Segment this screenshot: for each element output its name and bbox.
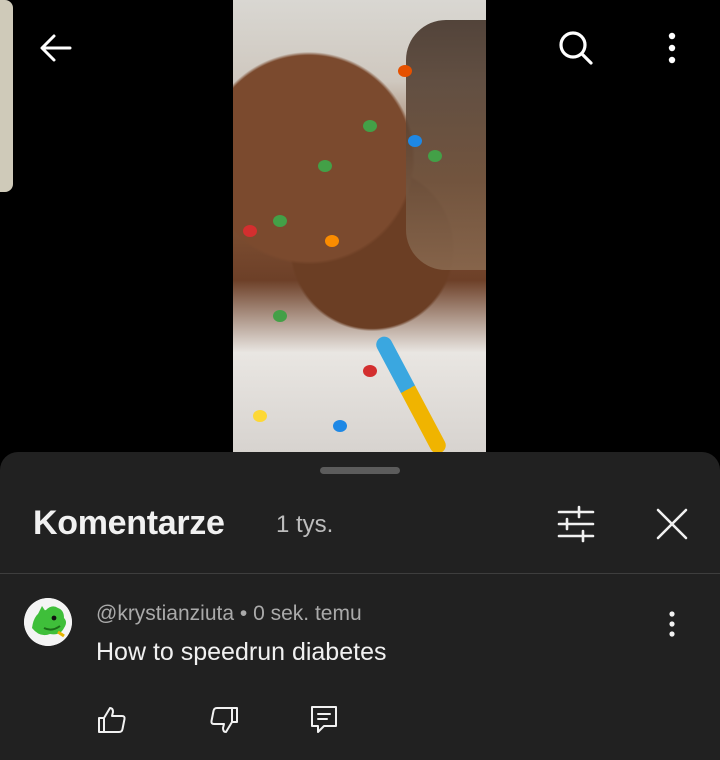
drag-handle[interactable] [320, 467, 400, 474]
video-candy [363, 120, 377, 132]
close-comments-button[interactable] [648, 500, 696, 548]
video-candy [363, 365, 377, 377]
comments-sheet: Komentarze 1 tys. @krystianziuta • 0 sek… [0, 452, 720, 760]
video-candy [325, 235, 339, 247]
sort-filter-button[interactable] [552, 500, 600, 548]
dislike-button[interactable] [202, 698, 246, 742]
like-button[interactable] [90, 698, 134, 742]
video-candy [243, 225, 257, 237]
sliders-icon [557, 505, 595, 543]
meta-separator: • [239, 602, 248, 625]
video-candy [408, 135, 422, 147]
video-spatula [373, 333, 449, 452]
video-candy [398, 65, 412, 77]
comment-more-button[interactable] [656, 604, 688, 644]
avatar-dragon-icon [24, 598, 72, 646]
video-player[interactable] [0, 0, 720, 452]
video-candy [253, 410, 267, 422]
comment-item: @krystianziuta • 0 sek. temu How to spee… [0, 592, 720, 760]
close-icon [656, 508, 688, 540]
back-button[interactable] [28, 20, 84, 76]
more-options-button[interactable] [644, 20, 700, 76]
comment-text: How to speedrun diabetes [96, 638, 387, 666]
reply-icon [311, 706, 337, 733]
more-vertical-icon [668, 32, 676, 64]
thumb-up-icon [98, 707, 126, 733]
edge-panel-tab[interactable] [0, 0, 13, 192]
video-candy [428, 150, 442, 162]
video-candy [273, 310, 287, 322]
thumb-down-icon [210, 707, 238, 733]
comments-count: 1 tys. [276, 511, 334, 538]
video-candy [318, 160, 332, 172]
reply-button[interactable] [302, 698, 346, 742]
video-candy [333, 420, 347, 432]
search-icon [559, 31, 593, 65]
search-button[interactable] [548, 20, 604, 76]
comments-title: Komentarze [33, 504, 225, 542]
video-frame[interactable] [233, 0, 486, 452]
comment-time: 0 sek. temu [253, 602, 362, 625]
arrow-left-icon [40, 34, 72, 62]
comment-meta: @krystianziuta • 0 sek. temu [96, 602, 362, 626]
more-vertical-icon [669, 611, 675, 637]
header-divider [0, 573, 720, 574]
avatar[interactable] [24, 598, 72, 646]
comment-author[interactable]: @krystianziuta [96, 602, 234, 625]
video-candy [273, 215, 287, 227]
